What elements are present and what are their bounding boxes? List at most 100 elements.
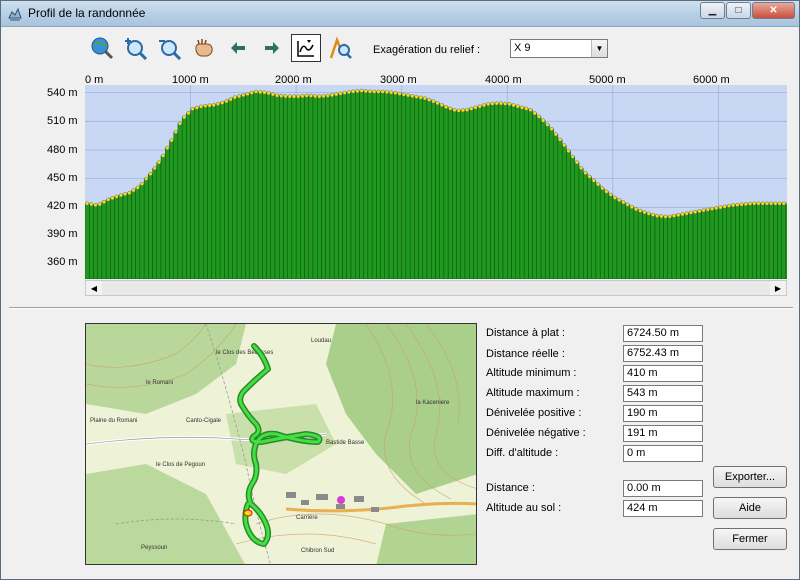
next-button[interactable] — [257, 34, 287, 62]
elevation-bar — [350, 91, 356, 279]
elevation-point — [102, 199, 107, 204]
elevation-bar — [363, 90, 369, 279]
elevation-bar — [85, 203, 90, 279]
elevation-bar — [540, 120, 546, 279]
zoom-in-button[interactable] — [121, 34, 151, 62]
elevation-point — [414, 94, 419, 99]
elevation-point — [106, 197, 111, 202]
elevation-bar — [93, 204, 98, 279]
elevation-point — [553, 132, 558, 137]
elevation-bar — [591, 180, 597, 279]
elevation-bar — [764, 203, 770, 279]
elevation-point — [764, 201, 769, 206]
close-icon: ✕ — [769, 5, 778, 16]
elevation-bar — [477, 106, 483, 279]
elevation-point — [384, 90, 389, 95]
elevation-point — [161, 153, 166, 158]
elevation-bar — [621, 202, 626, 279]
elevation-point — [300, 94, 305, 99]
elevation-bar — [756, 203, 761, 279]
elevation-bar — [612, 197, 618, 279]
export-button[interactable]: Exporter... — [713, 466, 787, 488]
elevation-point — [634, 207, 639, 212]
elevation-point — [465, 107, 470, 112]
elevation-point — [777, 201, 782, 206]
pan-button[interactable] — [189, 34, 219, 62]
elevation-bar — [532, 113, 538, 279]
elevation-bar — [211, 104, 217, 279]
elevation-bar — [705, 209, 711, 279]
elevation-point — [680, 212, 685, 217]
elevation-point — [118, 193, 123, 198]
y-tick-label: 540 m — [47, 87, 78, 99]
elevation-point — [549, 126, 554, 131]
relief-exaggeration-select[interactable]: X 9 ▼ — [510, 39, 608, 58]
minimize-button[interactable]: ▁ — [700, 2, 725, 19]
elevation-point — [262, 90, 267, 95]
elevation-bar — [768, 203, 774, 279]
elevation-bar — [473, 107, 478, 279]
stat-value: 6724.50 m — [623, 325, 703, 342]
topographic-map: le Clos des Bécasses le Romani Plaine du… — [86, 324, 476, 564]
elevation-point — [743, 202, 748, 207]
stat-label: Altitude maximum : — [486, 387, 580, 399]
elevation-point — [127, 190, 132, 195]
close-button[interactable]: Fermer — [713, 528, 787, 550]
elevation-point — [97, 202, 102, 207]
elevation-point — [152, 166, 157, 171]
elevation-bar — [692, 211, 698, 279]
scroll-right-icon[interactable]: ▶ — [770, 281, 786, 295]
elevation-point — [211, 103, 216, 108]
profile-select-icon — [297, 40, 314, 57]
close-window-button[interactable]: ✕ — [752, 2, 795, 19]
route-map[interactable]: le Clos des Bécasses le Romani Plaine du… — [85, 323, 477, 565]
elevation-point — [283, 94, 288, 99]
y-tick-label: 360 m — [47, 256, 78, 268]
elevation-point — [756, 201, 761, 206]
elevation-point — [705, 207, 710, 212]
scroll-left-icon[interactable]: ◀ — [86, 281, 102, 295]
elevation-bar — [709, 208, 715, 279]
title-bar[interactable]: Profil de la randonnée ▁ □ ✕ — [1, 1, 799, 27]
elevation-point — [621, 200, 626, 205]
chevron-down-icon[interactable]: ▼ — [591, 40, 607, 57]
elevation-bar — [241, 94, 246, 279]
elevation-profile-chart[interactable] — [85, 85, 787, 279]
elevation-bar — [401, 94, 407, 279]
elevation-point — [507, 102, 512, 107]
previous-button[interactable] — [223, 34, 253, 62]
elevation-point — [625, 202, 630, 207]
elevation-bar — [304, 95, 309, 279]
help-button[interactable]: Aide — [713, 497, 787, 519]
elevation-point — [650, 212, 655, 217]
elevation-point — [520, 105, 525, 110]
elevation-point — [186, 111, 191, 116]
zoom-out-button[interactable] — [155, 34, 185, 62]
elevation-point — [672, 213, 677, 218]
stat-value: 0.00 m — [623, 480, 703, 497]
maximize-button[interactable]: □ — [726, 2, 751, 19]
elevation-point — [748, 201, 753, 206]
elevation-point — [304, 93, 309, 98]
elevation-point — [173, 130, 178, 135]
pan-hand-icon — [195, 39, 213, 57]
elevation-bar — [131, 190, 136, 279]
elevation-point — [701, 208, 706, 213]
elevation-bar — [545, 124, 550, 279]
globe-zoom-button[interactable] — [87, 34, 117, 62]
elevation-point — [460, 108, 465, 113]
elevation-point — [169, 138, 174, 143]
elevation-point — [676, 212, 681, 217]
horizontal-scrollbar[interactable]: ◀ ▶ — [85, 280, 787, 296]
map-label: la Kaceniere — [416, 400, 450, 406]
profile-select-button[interactable] — [291, 34, 321, 62]
elevation-bar — [680, 214, 685, 279]
route-zoom-button[interactable] — [325, 34, 355, 62]
elevation-point — [596, 182, 601, 187]
elevation-bar — [409, 95, 415, 279]
elevation-point — [123, 192, 128, 197]
elevation-point — [591, 178, 596, 183]
elevation-bar — [203, 105, 208, 279]
elevation-point — [503, 101, 508, 106]
elevation-bar — [523, 108, 529, 279]
